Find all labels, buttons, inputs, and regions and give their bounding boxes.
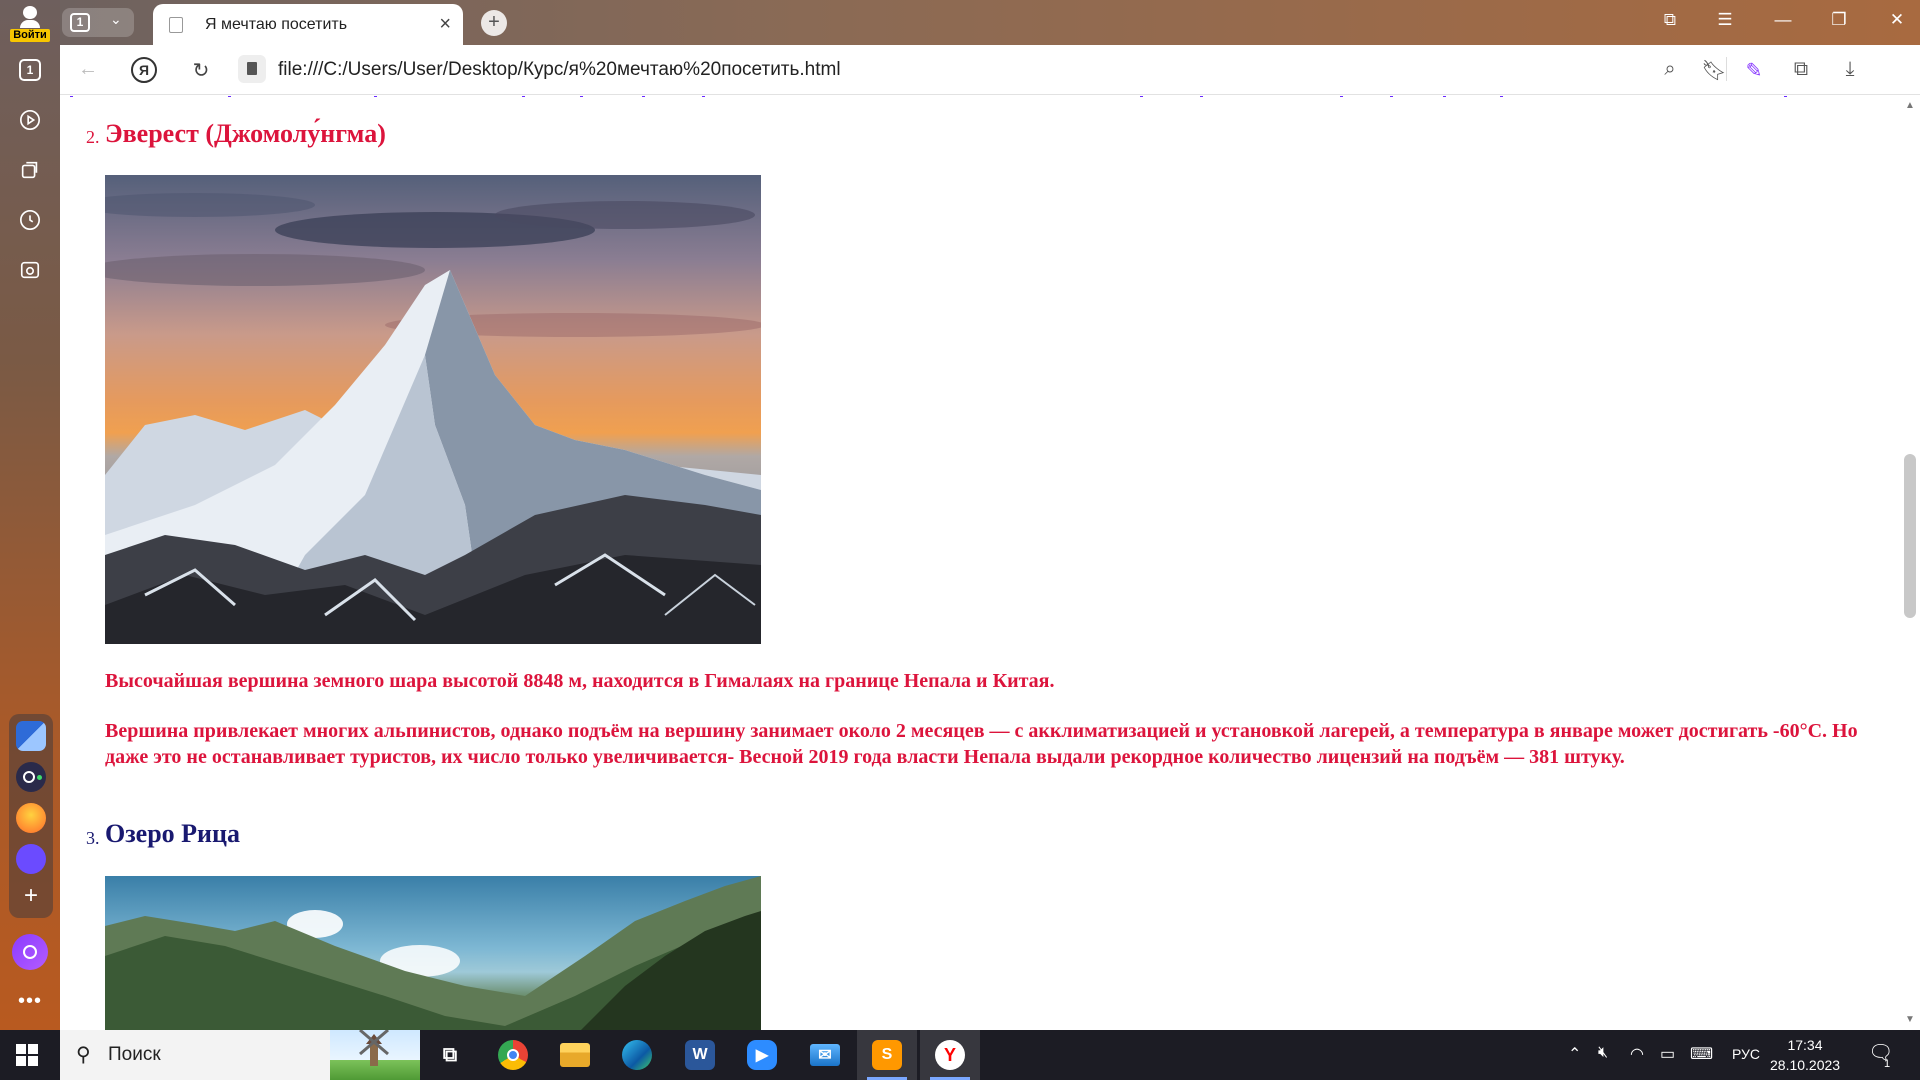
- sidebar-history-button[interactable]: [14, 204, 46, 236]
- everest-photo: [105, 175, 761, 644]
- clock[interactable]: 17:34 28.10.2023: [1770, 1035, 1840, 1075]
- history-icon: [20, 210, 40, 230]
- screenshot-icon: [20, 261, 40, 279]
- taskbar-chrome[interactable]: [483, 1030, 543, 1080]
- app-market-icon[interactable]: [16, 803, 46, 833]
- address-bar: ← Я ↻ file:///C:/Users/User/Desktop/Курс…: [60, 45, 1920, 95]
- taskbar-word[interactable]: W: [670, 1030, 730, 1080]
- alice-assistant-button[interactable]: [12, 934, 48, 970]
- page-search-icon[interactable]: ⌕: [1656, 58, 1684, 81]
- highlighter-pen-icon[interactable]: ✎: [1740, 58, 1768, 83]
- close-window-button[interactable]: ✕: [1882, 10, 1912, 30]
- search-icon: ⚲: [76, 1044, 91, 1066]
- zoom-icon: ▶︎: [747, 1040, 777, 1070]
- everest-description-1: Высочайшая вершина земного шара высотой …: [105, 670, 1055, 692]
- minimize-button[interactable]: —: [1768, 10, 1798, 30]
- clock-date: 28.10.2023: [1770, 1057, 1841, 1073]
- input-language[interactable]: РУС: [1732, 1046, 1760, 1062]
- download-icon[interactable]: ⤓: [1836, 58, 1864, 81]
- vertical-scrollbar[interactable]: ▲ ▼: [1900, 96, 1920, 1030]
- wifi-icon[interactable]: ◠: [1630, 1044, 1644, 1064]
- scroll-up-icon[interactable]: ▲: [1905, 100, 1915, 111]
- tab-count: 1: [70, 13, 90, 32]
- restore-button[interactable]: ❐: [1824, 10, 1854, 30]
- clock-time: 17:34: [1787, 1037, 1823, 1053]
- app-messenger-icon[interactable]: [16, 844, 46, 874]
- play-icon: [20, 110, 40, 130]
- folder-icon: [560, 1043, 590, 1067]
- sublime-text-icon: S: [872, 1040, 902, 1070]
- tab-counter-button[interactable]: 1 ⌄: [62, 8, 134, 37]
- yandex-sidebar: Войти 1 + •••: [0, 0, 60, 1030]
- sidebar-collections-button[interactable]: [14, 154, 46, 186]
- keyboard-icon[interactable]: ⌨: [1690, 1044, 1713, 1064]
- alice-icon: [23, 945, 37, 959]
- mail-icon: ✉: [810, 1044, 840, 1066]
- word-icon: W: [685, 1040, 715, 1070]
- volume-muted-icon[interactable]: 🔇︎: [1598, 1044, 1608, 1062]
- tray-overflow-chevron-icon[interactable]: ⌃: [1568, 1044, 1581, 1064]
- chrome-icon: [498, 1040, 528, 1070]
- sidebar-tabs-button[interactable]: 1: [14, 54, 46, 86]
- add-app-icon[interactable]: +: [16, 882, 46, 912]
- windows-taskbar: ⚲ Поиск ⧉ W ▶︎ ✉ S Y ⌃ 🔇︎ ◠ ▭ ⌨ РУС 17:3…: [0, 1028, 1920, 1080]
- login-label: Войти: [10, 29, 50, 42]
- app-alice-dots-icon[interactable]: [16, 762, 46, 792]
- sidebar-more-icon[interactable]: •••: [14, 985, 46, 1017]
- taskbar-edge[interactable]: [607, 1030, 667, 1080]
- list-number: 2.: [86, 127, 100, 147]
- battery-icon[interactable]: ▭: [1660, 1044, 1675, 1064]
- scroll-down-icon[interactable]: ▼: [1905, 1014, 1915, 1025]
- file-favicon-icon: [169, 17, 183, 33]
- previous-section-links-fragment: [60, 96, 1900, 98]
- taskbar-yandex-browser[interactable]: Y: [920, 1030, 980, 1080]
- collections-icon: [21, 161, 38, 179]
- menu-icon[interactable]: ☰: [1710, 10, 1740, 30]
- taskbar-file-explorer[interactable]: [545, 1030, 605, 1080]
- sidebar-apps-panel: +: [9, 714, 53, 918]
- app-widget-icon[interactable]: [16, 721, 46, 751]
- taskbar-zoom[interactable]: ▶︎: [732, 1030, 792, 1080]
- avatar-icon: [23, 6, 37, 20]
- taskbar-mail[interactable]: ✉: [795, 1030, 855, 1080]
- tabs-counter-icon: 1: [19, 59, 41, 81]
- taskbar-sublime-text[interactable]: S: [857, 1030, 917, 1080]
- yandex-browser-icon: Y: [935, 1040, 965, 1070]
- sidebar-screenshot-button[interactable]: [14, 254, 46, 286]
- sidebar-play-button[interactable]: [14, 104, 46, 136]
- page-content: 2. Эверест (Джомолу́нгма) Высочайшая вер…: [60, 96, 1900, 1030]
- close-tab-icon[interactable]: ×: [439, 13, 451, 36]
- back-arrow-icon[interactable]: ←: [74, 58, 102, 81]
- new-tab-button[interactable]: +: [481, 10, 507, 36]
- list-number: 3.: [86, 828, 100, 848]
- destination-title-everest: Эверест (Джомолу́нгма): [105, 119, 386, 148]
- scrollbar-thumb[interactable]: [1904, 454, 1916, 618]
- lake-ritsa-photo: [105, 876, 761, 1030]
- bookmark-icon[interactable]: 🔖︎: [1700, 58, 1728, 83]
- task-view-icon: ⧉: [442, 1043, 458, 1066]
- reload-icon[interactable]: ↻: [187, 58, 215, 83]
- file-protocol-icon[interactable]: [238, 55, 266, 83]
- tab-title: Я мечтаю посетить: [205, 16, 348, 33]
- edge-icon: [622, 1040, 652, 1070]
- tab-strip: 1 ⌄ Я мечтаю посетить × + ⧉ ☰ — ❐ ✕: [60, 0, 1920, 45]
- yandex-home-button[interactable]: Я: [131, 57, 157, 83]
- chevron-down-icon: ⌄: [110, 11, 122, 27]
- start-button[interactable]: [16, 1044, 38, 1066]
- task-view-button[interactable]: ⧉: [420, 1030, 480, 1080]
- collections-panel-icon[interactable]: ⧉: [1655, 10, 1685, 30]
- search-highlight-illustration: [330, 1028, 420, 1080]
- url-field[interactable]: file:///C:/Users/User/Desktop/Курс/я%20м…: [278, 59, 841, 81]
- tab-active[interactable]: Я мечтаю посетить ×: [153, 4, 463, 45]
- login-button[interactable]: Войти: [8, 4, 52, 42]
- translate-icon[interactable]: ⧉: [1787, 58, 1815, 81]
- destination-title-ritsa: Озеро Рица: [105, 819, 241, 848]
- everest-description-2: Вершина привлекает многих альпинистов, о…: [105, 720, 1858, 768]
- search-placeholder: Поиск: [108, 1044, 161, 1065]
- notification-count: 1: [1884, 1058, 1891, 1070]
- taskbar-search[interactable]: ⚲ Поиск: [60, 1028, 420, 1080]
